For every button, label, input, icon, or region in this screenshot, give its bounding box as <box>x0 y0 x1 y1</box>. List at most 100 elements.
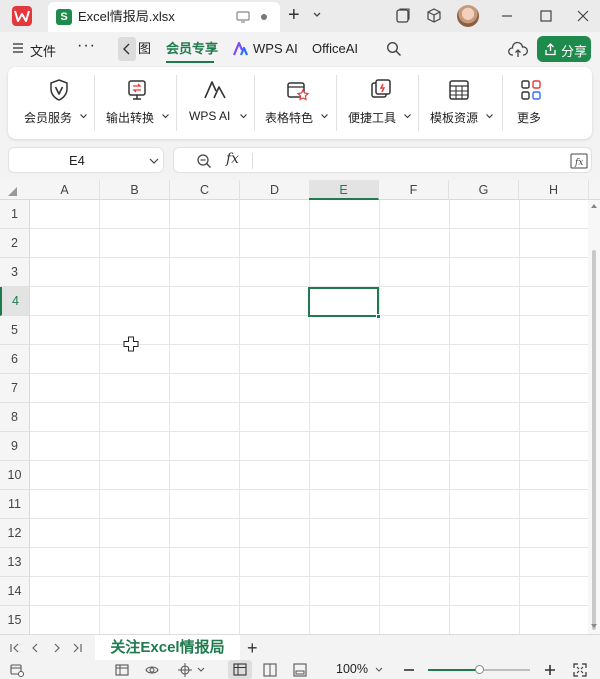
last-sheet-icon[interactable] <box>72 643 82 653</box>
row-header[interactable]: 1 <box>0 200 30 229</box>
ribbon-table-features[interactable]: 表格特色 <box>258 67 336 139</box>
tabs-scroll-back-button[interactable] <box>118 37 136 61</box>
column-header-f[interactable]: F <box>379 180 449 200</box>
column-header-b[interactable]: B <box>100 180 170 200</box>
window-restore-icon[interactable] <box>394 7 412 25</box>
normal-view-button[interactable] <box>228 660 252 679</box>
ribbon-member-service[interactable]: 会员服务 <box>16 67 94 139</box>
chevron-down-icon <box>321 114 328 119</box>
cross-cursor-icon <box>123 336 139 352</box>
column-header-h[interactable]: H <box>519 180 589 200</box>
zoom-slider[interactable] <box>428 665 530 674</box>
vertical-scrollbar[interactable] <box>588 200 600 634</box>
zoom-search-icon[interactable] <box>196 153 212 169</box>
zoom-in-icon[interactable] <box>543 663 557 677</box>
ribbon-label: 便捷工具 <box>348 111 397 125</box>
zoom-slider-knob[interactable] <box>474 665 484 674</box>
column-header-d[interactable]: D <box>240 180 310 200</box>
ribbon-toolbar: 会员服务 输出转换 WPS AI 表格特色 便捷工具 模板资源 更多 <box>8 67 592 139</box>
file-menu[interactable]: 文件 <box>30 41 56 60</box>
unsaved-dot-icon[interactable] <box>261 14 267 20</box>
scrollbar-thumb[interactable] <box>592 250 596 630</box>
ribbon-more[interactable]: 更多 <box>506 67 556 139</box>
toolbox-icon <box>371 79 391 98</box>
row-header[interactable]: 10 <box>0 461 30 490</box>
move-crosshair-icon[interactable] <box>178 663 192 677</box>
eye-protection-icon[interactable] <box>145 663 159 677</box>
chevron-left-icon <box>123 43 130 55</box>
row-header[interactable]: 6 <box>0 345 30 374</box>
ribbon-template-resources[interactable]: 模板资源 <box>422 67 502 139</box>
name-box[interactable]: E4 <box>8 147 164 173</box>
chevron-down-icon[interactable] <box>374 663 384 677</box>
ribbon-label: 输出转换 <box>106 111 155 125</box>
scroll-down-icon[interactable] <box>591 624 597 628</box>
prev-sheet-icon[interactable] <box>30 643 40 653</box>
menu-bar: 文件 ··· 图 会员专享 WPS AI OfficeAI 分享 <box>0 32 600 66</box>
close-icon[interactable] <box>574 7 592 25</box>
fullscreen-icon[interactable] <box>573 663 587 677</box>
row-header[interactable]: 15 <box>0 606 30 634</box>
formula-input[interactable]: fx fx <box>173 147 592 173</box>
row-header[interactable]: 7 <box>0 374 30 403</box>
row-header[interactable]: 13 <box>0 548 30 577</box>
sheet-tab-active[interactable]: 关注Excel情报局 <box>95 635 240 661</box>
user-avatar[interactable] <box>457 5 479 27</box>
wps-logo-icon[interactable] <box>12 6 32 26</box>
row-header[interactable]: 12 <box>0 519 30 548</box>
chevron-down-icon <box>162 114 169 119</box>
maximize-icon[interactable] <box>537 7 555 25</box>
row-header-active[interactable]: 4 <box>0 287 30 316</box>
share-button[interactable]: 分享 <box>537 36 591 62</box>
row-header[interactable]: 5 <box>0 316 30 345</box>
ribbon-convenient-tools[interactable]: 便捷工具 <box>340 67 418 139</box>
chevron-down-icon[interactable] <box>312 10 322 20</box>
row-header[interactable]: 3 <box>0 258 30 287</box>
more-apps-icon <box>521 80 541 100</box>
fill-handle[interactable] <box>376 314 381 319</box>
column-header-a[interactable]: A <box>30 180 100 200</box>
tab-truncated[interactable]: 图 <box>138 41 151 57</box>
tab-wps-ai[interactable]: WPS AI <box>253 41 298 57</box>
chevron-down-icon[interactable] <box>149 158 159 164</box>
monitor-icon[interactable] <box>236 10 250 24</box>
zoom-level[interactable]: 100% <box>336 662 368 676</box>
scroll-up-icon[interactable] <box>591 204 597 208</box>
add-sheet-button[interactable]: + <box>247 638 258 658</box>
search-icon[interactable] <box>386 41 402 57</box>
document-tab[interactable]: S Excel情报局.xlsx <box>48 2 280 32</box>
cube-icon[interactable] <box>425 7 443 25</box>
fx-insert-function-icon[interactable]: fx <box>226 151 239 167</box>
column-header-g[interactable]: G <box>449 180 519 200</box>
row-header[interactable]: 9 <box>0 432 30 461</box>
new-tab-button[interactable]: + <box>288 4 300 26</box>
cloud-upload-icon[interactable] <box>508 41 528 59</box>
table-style-icon[interactable] <box>115 663 129 677</box>
next-sheet-icon[interactable] <box>52 643 62 653</box>
ribbon-wps-ai[interactable]: WPS AI <box>180 67 254 139</box>
row-header[interactable]: 14 <box>0 577 30 606</box>
ribbon-export-convert[interactable]: 输出转换 <box>98 67 176 139</box>
more-menu-button[interactable]: ··· <box>77 37 96 55</box>
row-header[interactable]: 11 <box>0 490 30 519</box>
select-all-corner[interactable] <box>0 180 30 200</box>
minimize-icon[interactable] <box>498 7 516 25</box>
column-header-e[interactable]: E <box>309 180 379 200</box>
tab-member-exclusive[interactable]: 会员专享 <box>166 41 218 57</box>
selected-cell-e4[interactable] <box>308 287 381 319</box>
hamburger-menu-icon[interactable] <box>12 42 24 54</box>
spreadsheet-grid[interactable]: A B C D E F G H 1 2 3 4 5 6 7 8 9 10 11 … <box>0 180 600 634</box>
sheet-tab-label: 关注Excel情报局 <box>110 639 225 656</box>
first-sheet-icon[interactable] <box>10 643 20 653</box>
chevron-down-icon[interactable] <box>196 663 206 677</box>
row-header[interactable]: 8 <box>0 403 30 432</box>
column-header-c[interactable]: C <box>170 180 240 200</box>
tab-officeai[interactable]: OfficeAI <box>312 41 358 57</box>
macro-record-icon[interactable] <box>10 663 24 677</box>
formula-expand-icon[interactable]: fx <box>570 153 588 169</box>
zoom-out-icon[interactable] <box>402 663 416 677</box>
page-layout-view-icon[interactable] <box>263 663 277 677</box>
cell-area[interactable] <box>30 200 588 634</box>
page-break-view-icon[interactable] <box>293 663 307 677</box>
row-header[interactable]: 2 <box>0 229 30 258</box>
